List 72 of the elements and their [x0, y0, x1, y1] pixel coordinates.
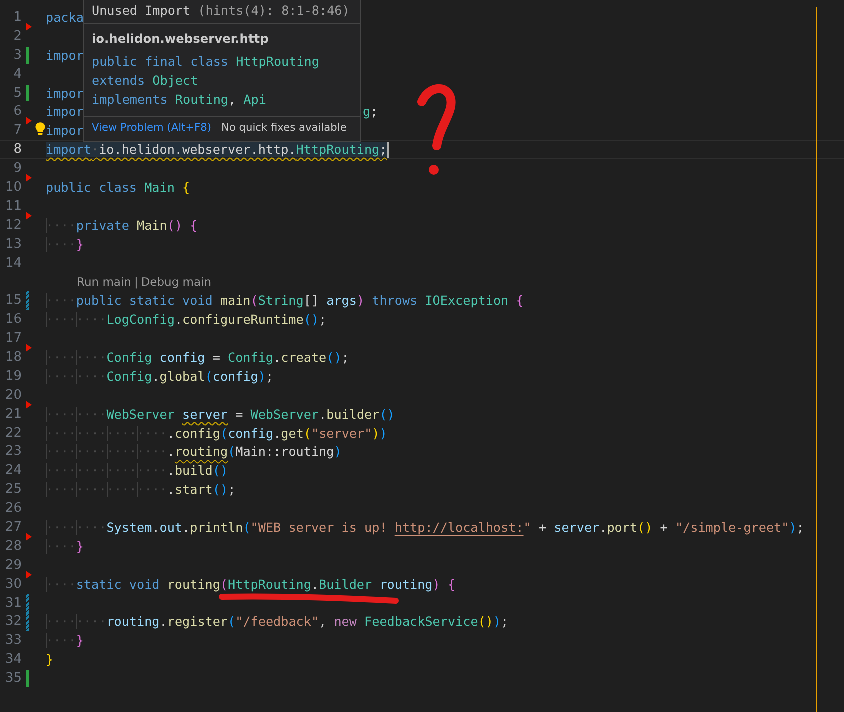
line-number: 19: [4, 368, 22, 384]
package-name: io.helidon.webserver.http: [92, 32, 270, 46]
code-line: ················.build(): [46, 463, 228, 478]
line-number: 10: [4, 180, 22, 195]
line-number: 7: [12, 123, 22, 138]
line-number: 32: [4, 614, 22, 630]
line-number: 26: [4, 501, 22, 516]
line-number: 16: [4, 312, 22, 328]
code-line: impor: [46, 48, 84, 63]
line-number: 14: [4, 256, 22, 271]
code-line: ········Config.global(config);: [46, 368, 274, 384]
line-number: 33: [4, 633, 22, 648]
line-number: 9: [12, 161, 22, 176]
code-line: ········routing.register("/feedback", new FeedbackService());: [46, 614, 509, 630]
line-number: 25: [4, 482, 22, 498]
popup-title: Unused Import (hints(4): 8:1-8:46): [84, 0, 360, 24]
signature-line: extends Object: [92, 72, 200, 90]
code-line: ····private Main() {: [46, 218, 198, 233]
run-main-link[interactable]: Run main: [77, 274, 132, 289]
code-line: ····}: [46, 236, 84, 252]
line-number: 27: [4, 520, 22, 535]
line-number: 24: [4, 463, 22, 478]
line-number: 21: [4, 406, 22, 422]
line-number: 8: [12, 142, 22, 158]
code-line: ········Config config = Config.create();: [46, 350, 350, 365]
line-number: 31: [4, 596, 22, 611]
line-number: 3: [12, 48, 22, 63]
code-line: ········LogConfig.configureRuntime();: [46, 312, 327, 328]
line-number: 11: [4, 198, 22, 214]
separator-text: |: [134, 274, 138, 289]
code-line: ················.config(config.get("server")): [46, 426, 388, 441]
code-line: impor: [46, 123, 84, 138]
code-line: ····}: [46, 538, 84, 554]
line-number: 20: [4, 388, 22, 403]
line-number: 29: [4, 558, 22, 573]
code-line: g;: [362, 104, 378, 120]
line-number: 34: [4, 652, 22, 668]
debug-main-link[interactable]: Debug main: [141, 274, 212, 289]
code-line: ····public static void main(String[] args) throws IOException {: [46, 293, 524, 308]
quick-fix-note: No quick fixes available: [222, 122, 347, 134]
code-line: impor: [46, 86, 84, 100]
line-number: 13: [4, 236, 22, 252]
line-number: 17: [4, 331, 22, 346]
signature-line: implements Routing, Api: [92, 91, 268, 109]
line-number: 23: [4, 444, 22, 460]
line-number: 6: [12, 104, 22, 120]
code-line: ················.start();: [46, 482, 236, 498]
code-line: impor: [46, 104, 84, 120]
line-number: 28: [4, 538, 22, 554]
code-line: ················.routing(Main::routing): [46, 444, 342, 460]
view-problem-link[interactable]: View Problem (Alt+F8): [92, 122, 212, 134]
line-number: 18: [4, 350, 22, 365]
line-number: 12: [4, 218, 22, 233]
code-line: ····static void routing(HttpRouting.Builder routing) {: [46, 576, 456, 592]
line-number: 30: [4, 576, 22, 592]
code-line: }: [46, 652, 54, 668]
text-cursor: [387, 142, 390, 158]
line-number: 1: [12, 10, 22, 25]
code-line: packa: [46, 10, 84, 25]
line-number: 4: [12, 66, 22, 82]
code-line: ····}: [46, 633, 84, 648]
url-link[interactable]: http://localhost:: [394, 520, 524, 535]
line-number: 2: [12, 28, 22, 44]
line-number: 5: [12, 86, 22, 100]
line-number: 15: [4, 293, 22, 308]
code-line: ········System.out.println("WEB server is up! http://localhost:" + server.port() + "/simple-greet");: [46, 520, 804, 535]
signature-line: public final class HttpRouting: [92, 53, 320, 71]
lightbulb-icon[interactable]: [35, 122, 46, 136]
line-number: 35: [4, 671, 22, 686]
code-line: public class Main {: [46, 180, 190, 195]
line-number: 22: [4, 426, 22, 441]
code-line: ········WebServer server = WebServer.builder(): [46, 406, 395, 422]
